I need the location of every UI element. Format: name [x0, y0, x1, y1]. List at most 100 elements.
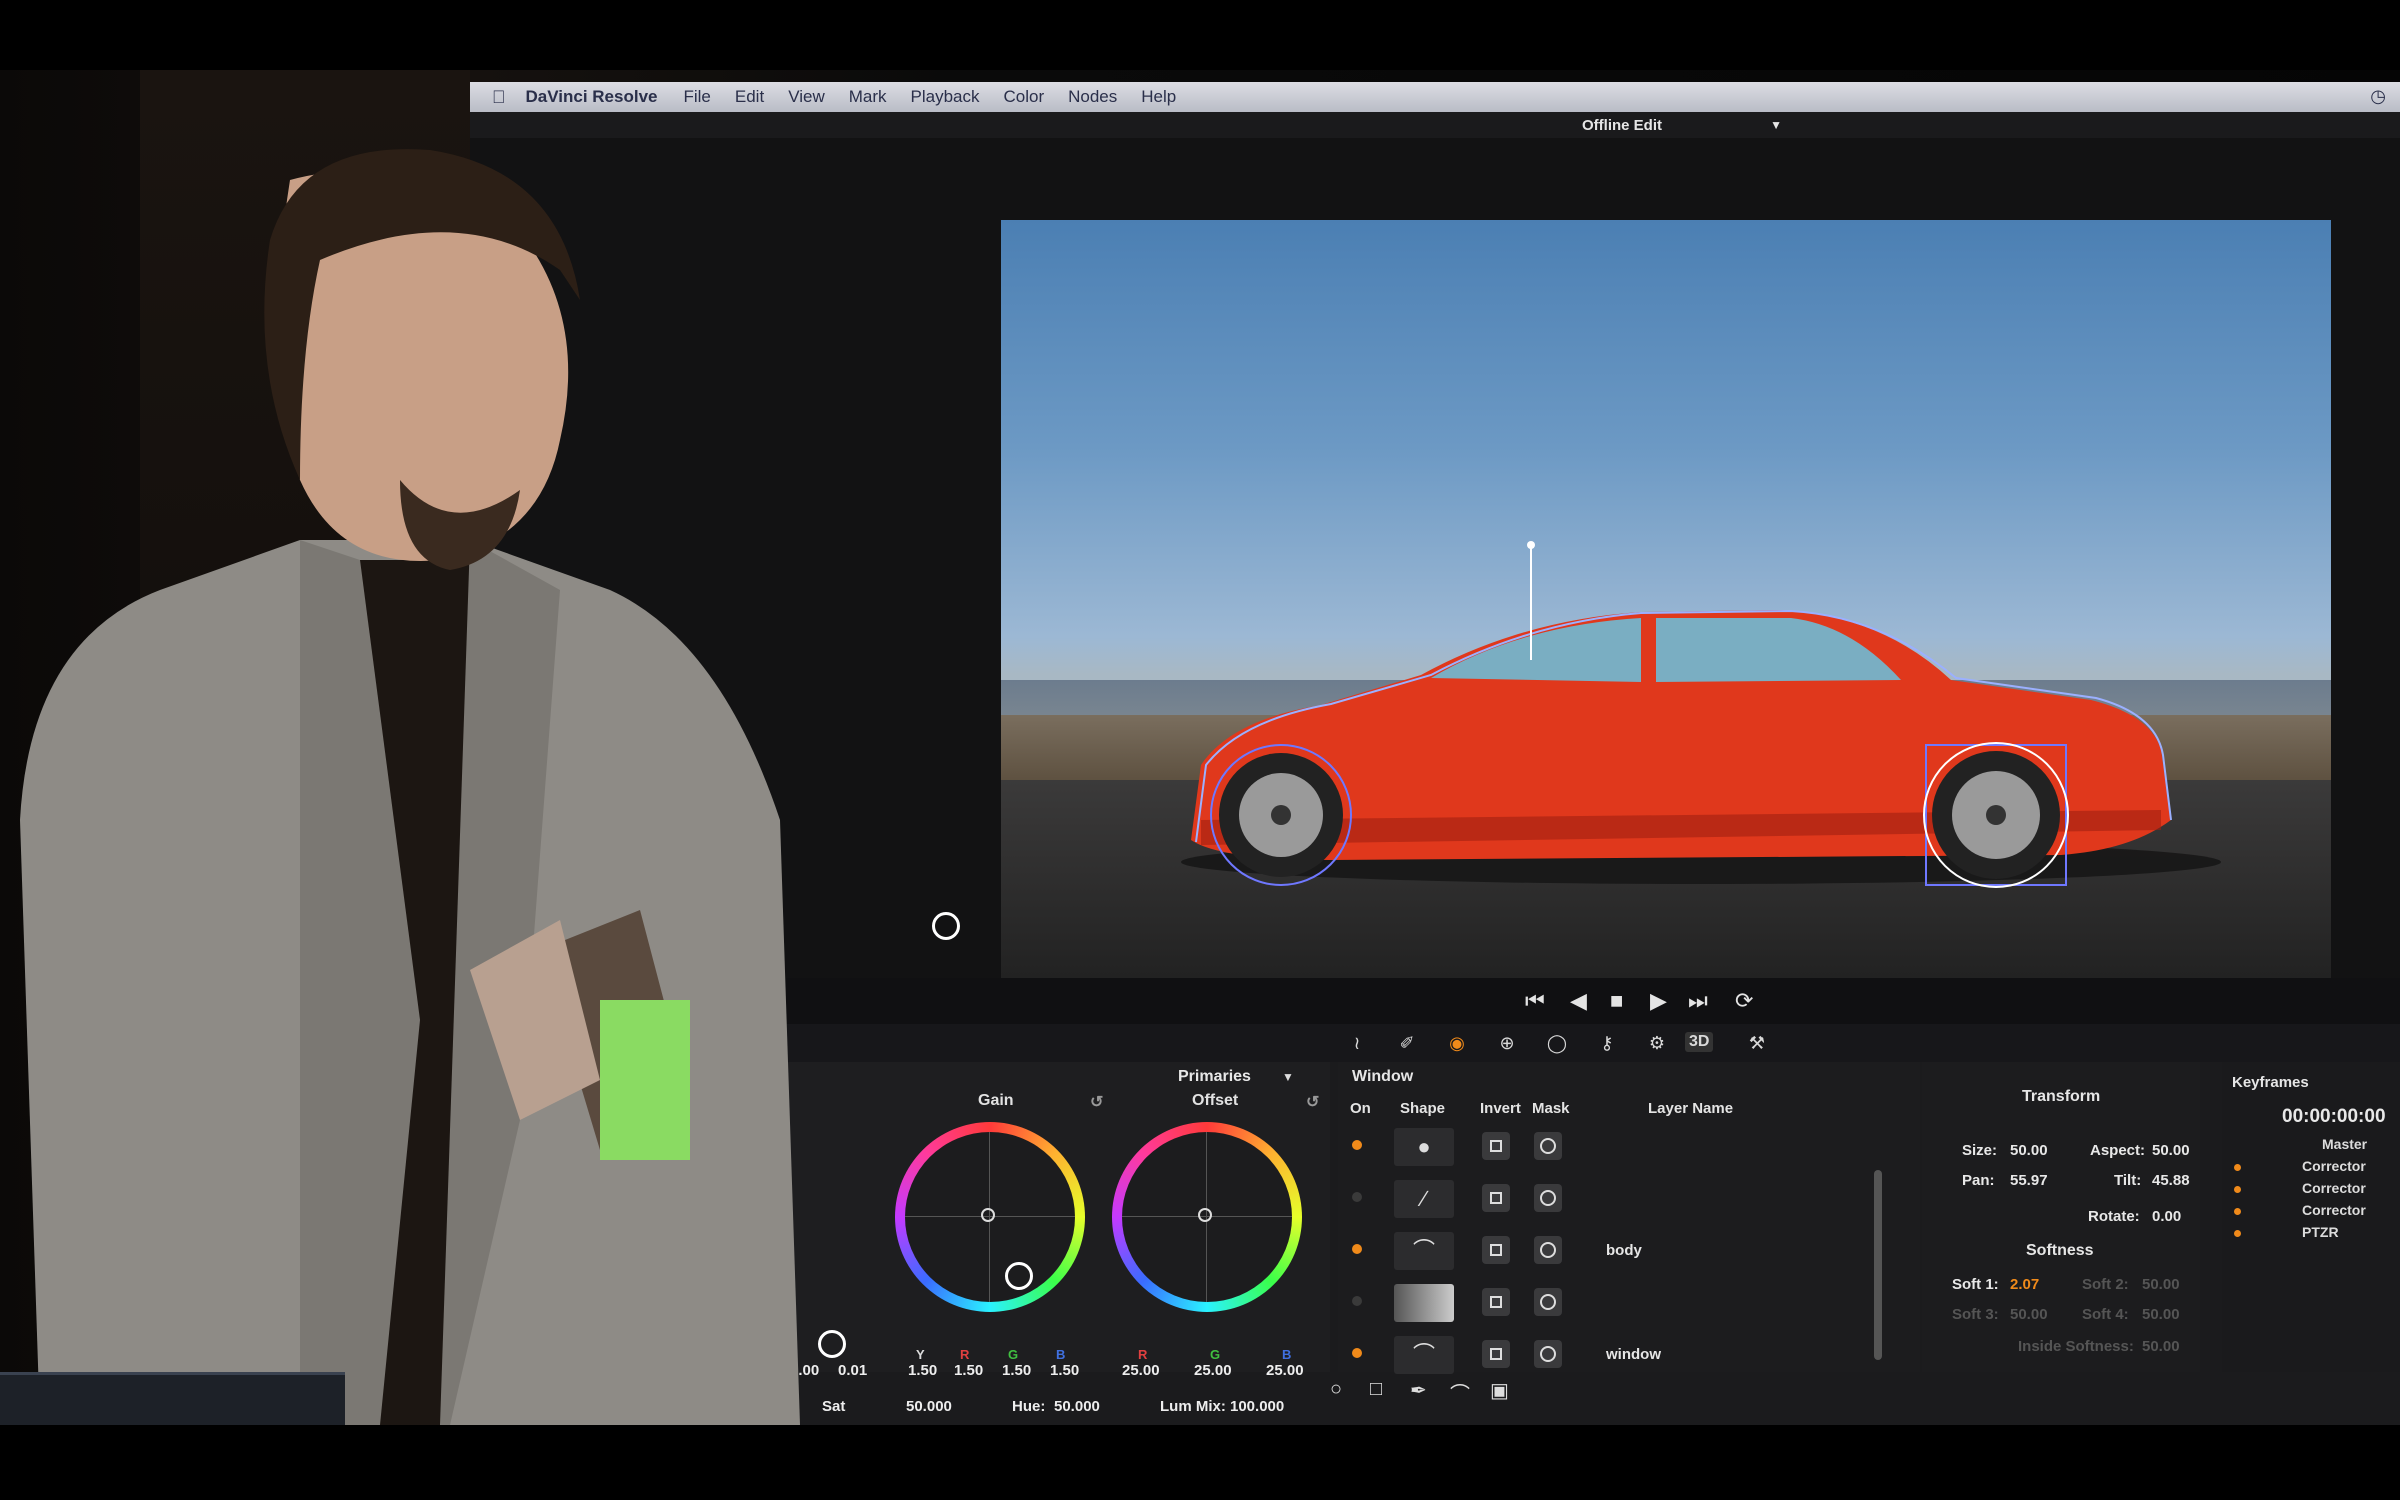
window-on-indicator[interactable]: [1352, 1244, 1362, 1254]
window-row-circle[interactable]: ●: [1338, 1124, 1920, 1172]
sizing-icon[interactable]: ⚙: [1645, 1031, 1669, 1055]
layer-name[interactable]: body: [1606, 1242, 1642, 1259]
tracker-icon[interactable]: ⊕: [1495, 1031, 1519, 1055]
menu-edit[interactable]: Edit: [735, 87, 764, 107]
keyframes-timecode[interactable]: 00:00:00:00: [2282, 1106, 2386, 1128]
curve-window-icon[interactable]: ⌒: [1394, 1336, 1454, 1374]
apple-icon[interactable]: : [492, 87, 506, 108]
mask-toggle[interactable]: [1534, 1236, 1562, 1264]
window-on-indicator[interactable]: [1352, 1140, 1362, 1150]
gain-wheel[interactable]: [895, 1122, 1085, 1312]
offset-g-value[interactable]: 25.00: [1194, 1362, 1232, 1379]
mask-toggle[interactable]: [1534, 1288, 1562, 1316]
keyframe-dot: [2234, 1230, 2241, 1237]
menu-color[interactable]: Color: [1004, 87, 1045, 107]
invert-toggle[interactable]: [1482, 1132, 1510, 1160]
window-list-scrollbar[interactable]: [1874, 1170, 1882, 1360]
offset-wheel-handle[interactable]: [1198, 1208, 1212, 1222]
keyframe-track-master[interactable]: Master: [2322, 1136, 2367, 1152]
qualifier-eyedropper-icon[interactable]: ✐: [1395, 1031, 1419, 1055]
soft3-value[interactable]: 50.00: [2010, 1306, 2048, 1323]
invert-toggle[interactable]: [1482, 1184, 1510, 1212]
layer-name[interactable]: window: [1606, 1346, 1661, 1363]
curve-window-icon[interactable]: ⌒: [1394, 1232, 1454, 1270]
add-linear-window-icon[interactable]: □: [1370, 1378, 1382, 1401]
add-circle-window-icon[interactable]: ○: [1330, 1378, 1342, 1401]
hue-value[interactable]: 50.000: [1054, 1398, 1100, 1415]
window-row-window[interactable]: ⌒ window: [1338, 1332, 1920, 1374]
menu-playback[interactable]: Playback: [911, 87, 980, 107]
offset-b-value[interactable]: 25.00: [1266, 1362, 1304, 1379]
window-on-indicator[interactable]: [1352, 1192, 1362, 1202]
add-gradient-window-icon[interactable]: ▣: [1490, 1378, 1509, 1403]
lum-mix-value[interactable]: 100.000: [1230, 1398, 1284, 1415]
reset-gain-icon[interactable]: ↺: [1090, 1092, 1103, 1112]
clock-icon[interactable]: ◷: [2370, 86, 2386, 107]
invert-toggle[interactable]: [1482, 1340, 1510, 1368]
app-name-menu[interactable]: DaVinci Resolve: [526, 87, 658, 107]
offset-wheel[interactable]: [1112, 1122, 1302, 1312]
mask-toggle[interactable]: [1534, 1184, 1562, 1212]
video-viewer[interactable]: [1001, 220, 2331, 978]
dropper-icon[interactable]: ⚒: [1745, 1031, 1769, 1055]
offset-r-head: R: [1138, 1347, 1148, 1362]
saturation-value[interactable]: 50.000: [906, 1398, 952, 1415]
window-row-body[interactable]: ⌒ body: [1338, 1228, 1920, 1276]
aspect-value[interactable]: 50.00: [2152, 1142, 2190, 1159]
pan-value[interactable]: 55.97: [2010, 1172, 2048, 1189]
primaries-title[interactable]: Primaries: [1178, 1068, 1251, 1086]
tilt-value[interactable]: 45.88: [2152, 1172, 2190, 1189]
skip-to-start-icon[interactable]: ⏮: [1525, 988, 1545, 1014]
gain-y-value[interactable]: 1.50: [908, 1362, 937, 1379]
keyframes-panel: Keyframes 00:00:00:00 Master Corrector C…: [2222, 1062, 2400, 1372]
inside-softness-value[interactable]: 50.00: [2142, 1338, 2180, 1355]
rotate-value[interactable]: 0.00: [2152, 1208, 2181, 1225]
curves-tool-icon[interactable]: ≀: [1345, 1031, 1369, 1055]
stereo-3d-button[interactable]: 3D: [1685, 1032, 1714, 1052]
menu-nodes[interactable]: Nodes: [1068, 87, 1117, 107]
invert-toggle[interactable]: [1482, 1288, 1510, 1316]
add-curve-window-icon[interactable]: ⌒: [1450, 1378, 1470, 1407]
play-icon[interactable]: ▶: [1650, 988, 1667, 1014]
gain-wheel-handle[interactable]: [981, 1208, 995, 1222]
gain-r-value[interactable]: 1.50: [954, 1362, 983, 1379]
add-polygon-window-icon[interactable]: ✒: [1410, 1378, 1427, 1403]
invert-toggle[interactable]: [1482, 1236, 1510, 1264]
menu-mark[interactable]: Mark: [849, 87, 887, 107]
soft4-value[interactable]: 50.00: [2142, 1306, 2180, 1323]
key-icon[interactable]: ⚷: [1595, 1031, 1619, 1055]
menu-help[interactable]: Help: [1141, 87, 1176, 107]
pan-label: Pan:: [1962, 1172, 1995, 1189]
reset-offset-icon[interactable]: ↺: [1306, 1092, 1319, 1112]
size-value[interactable]: 50.00: [2010, 1142, 2048, 1159]
soft1-value[interactable]: 2.07: [2010, 1276, 2039, 1293]
offset-r-value[interactable]: 25.00: [1122, 1362, 1160, 1379]
skip-to-end-icon[interactable]: ⏭: [1688, 988, 1708, 1014]
window-row-gradient[interactable]: [1338, 1280, 1920, 1328]
loop-icon[interactable]: ⟳: [1735, 988, 1753, 1014]
stop-icon[interactable]: ■: [1610, 988, 1623, 1014]
mask-toggle[interactable]: [1534, 1340, 1562, 1368]
window-on-indicator[interactable]: [1352, 1348, 1362, 1358]
menu-file[interactable]: File: [683, 87, 710, 107]
gain-g-value[interactable]: 1.50: [1002, 1362, 1031, 1379]
play-reverse-icon[interactable]: ◀: [1570, 988, 1587, 1014]
linear-window-icon[interactable]: ∕: [1394, 1180, 1454, 1218]
chevron-down-icon[interactable]: ▼: [1282, 1070, 1294, 1084]
window-on-indicator[interactable]: [1352, 1296, 1362, 1306]
viewer-mode-dropdown[interactable]: Offline Edit ▼: [1582, 115, 1782, 135]
menu-view[interactable]: View: [788, 87, 825, 107]
mask-toggle[interactable]: [1534, 1132, 1562, 1160]
circle-window-icon[interactable]: ●: [1394, 1128, 1454, 1166]
keyframe-track-corrector[interactable]: Corrector: [2302, 1202, 2366, 1218]
keyframe-track-ptzr[interactable]: PTZR: [2302, 1224, 2339, 1240]
gradient-window-icon[interactable]: [1394, 1284, 1454, 1322]
gain-b-value[interactable]: 1.50: [1050, 1362, 1079, 1379]
window-tool-icon[interactable]: ◉: [1445, 1031, 1469, 1055]
chevron-down-icon: ▼: [1770, 118, 1782, 132]
blur-icon[interactable]: ◯: [1545, 1031, 1569, 1055]
soft2-value[interactable]: 50.00: [2142, 1276, 2180, 1293]
keyframe-track-corrector[interactable]: Corrector: [2302, 1180, 2366, 1196]
keyframe-track-corrector[interactable]: Corrector: [2302, 1158, 2366, 1174]
window-row-linear[interactable]: ∕: [1338, 1176, 1920, 1224]
